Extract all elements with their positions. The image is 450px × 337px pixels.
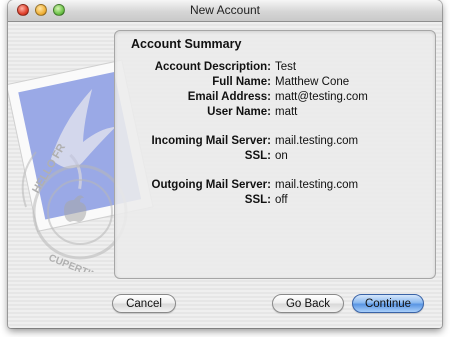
- summary-row-full-name: Full Name: Matthew Cone: [115, 76, 435, 91]
- row-value: off: [275, 194, 288, 206]
- row-label: SSL:: [244, 150, 271, 162]
- summary-row-outgoing-ssl: SSL: off: [115, 194, 435, 209]
- summary-row-email-address: Email Address: matt@testing.com: [115, 91, 435, 106]
- row-value: Test: [275, 61, 297, 73]
- cancel-button[interactable]: Cancel: [112, 294, 176, 313]
- account-summary-panel: Account Summary Account Description: Tes…: [114, 30, 436, 279]
- row-label: User Name:: [207, 106, 271, 118]
- row-value: Matthew Cone: [275, 76, 350, 88]
- continue-button[interactable]: Continue: [352, 294, 424, 313]
- row-value: mail.testing.com: [275, 135, 359, 147]
- summary-row-incoming-server: Incoming Mail Server: mail.testing.com: [115, 135, 435, 150]
- summary-row-account-description: Account Description: Test: [115, 61, 435, 76]
- title-bar[interactable]: New Account: [8, 0, 442, 22]
- row-value: matt: [275, 106, 298, 118]
- row-label: Outgoing Mail Server:: [151, 179, 272, 191]
- summary-row-incoming-ssl: SSL: on: [115, 150, 435, 165]
- row-label: Email Address:: [187, 91, 271, 103]
- row-label: SSL:: [244, 194, 271, 206]
- summary-heading: Account Summary: [131, 37, 242, 51]
- row-label: Account Description:: [154, 61, 271, 73]
- postmark-text-bottom: CUPERTINO, CA: [47, 253, 124, 272]
- row-value: on: [275, 150, 288, 162]
- row-value: mail.testing.com: [275, 179, 359, 191]
- row-value: matt@testing.com: [275, 91, 368, 103]
- summary-row-outgoing-server: Outgoing Mail Server: mail.testing.com: [115, 179, 435, 194]
- row-label: Incoming Mail Server:: [151, 135, 271, 147]
- window-title: New Account: [189, 3, 261, 17]
- go-back-button[interactable]: Go Back: [272, 294, 344, 313]
- new-account-window: New Account HELLO FR CUPERTINO, CA Accou…: [8, 0, 442, 328]
- row-label: Full Name:: [212, 76, 271, 88]
- summary-row-user-name: User Name: matt: [115, 106, 435, 121]
